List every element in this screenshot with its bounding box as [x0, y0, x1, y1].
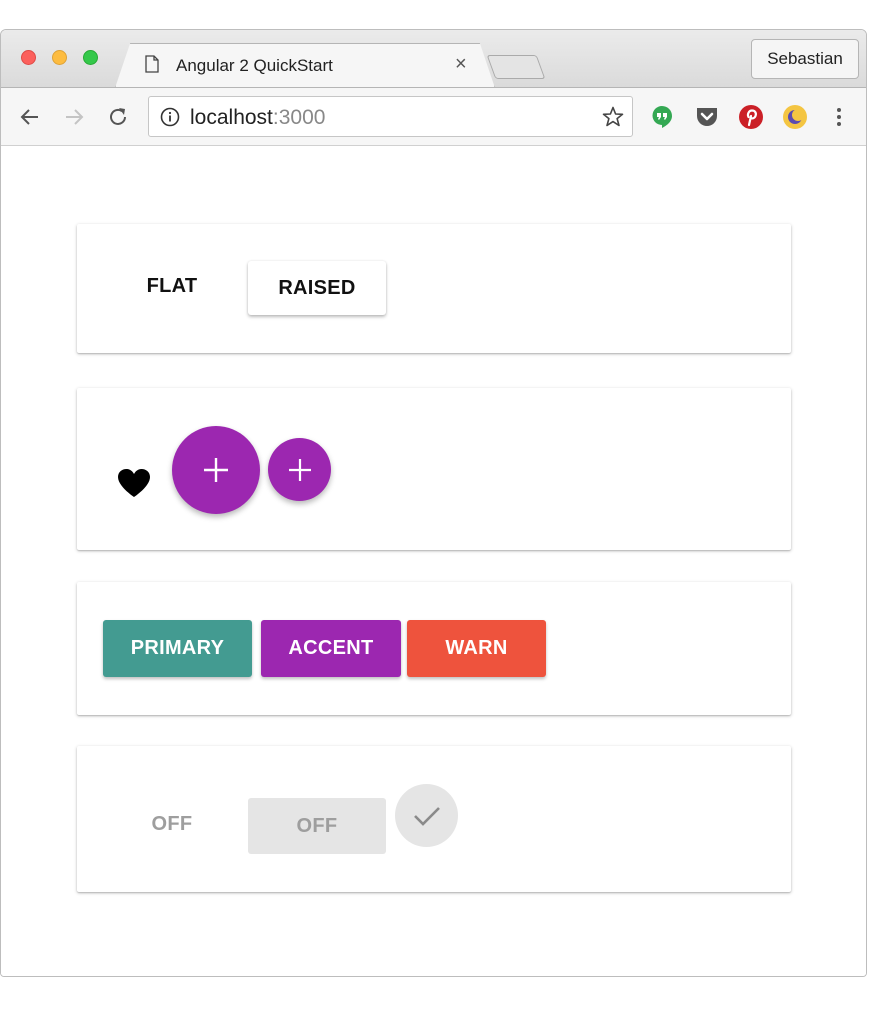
url-text: localhost:3000: [190, 106, 325, 130]
color-buttons-card: PRIMARY ACCENT WARN: [77, 582, 791, 715]
night-mode-icon[interactable]: [782, 104, 808, 130]
plus-icon: [288, 458, 311, 481]
url-port: :3000: [272, 106, 326, 129]
disabled-raised-button: OFF: [248, 798, 386, 854]
flat-button[interactable]: FLAT: [111, 258, 233, 314]
tab-close-icon[interactable]: ×: [455, 53, 467, 76]
check-icon: [413, 806, 440, 826]
tab-content: Angular 2 QuickStart ×: [115, 43, 495, 88]
zoom-window-button[interactable]: [83, 50, 98, 65]
plus-icon: [204, 458, 228, 482]
document-icon: [145, 55, 159, 73]
hangouts-icon[interactable]: [649, 104, 675, 130]
url-host: localhost: [190, 106, 273, 129]
heart-icon[interactable]: [117, 468, 151, 498]
disabled-fab-button: [395, 784, 458, 847]
browser-toolbar: localhost:3000: [1, 87, 866, 146]
address-bar[interactable]: localhost:3000: [148, 96, 633, 137]
mini-fab-add-button[interactable]: [268, 438, 331, 501]
info-icon[interactable]: [160, 107, 180, 127]
basic-buttons-card: FLAT RAISED: [77, 224, 791, 353]
tab-title: Angular 2 QuickStart: [176, 56, 333, 75]
forward-arrow-icon[interactable]: [62, 105, 86, 129]
back-arrow-icon[interactable]: [18, 105, 42, 129]
icon-buttons-card: [77, 388, 791, 550]
warn-button[interactable]: WARN: [407, 620, 546, 677]
accent-button[interactable]: ACCENT: [261, 620, 401, 677]
page-content: FLAT RAISED PRIMARY ACCENT WARN OFF OFF: [1, 146, 866, 976]
fab-add-button[interactable]: [172, 426, 260, 514]
raised-button[interactable]: RAISED: [248, 261, 386, 315]
browser-window: Angular 2 QuickStart × Sebastian localho…: [0, 29, 867, 977]
new-tab-button[interactable]: [486, 55, 546, 79]
disabled-flat-button: OFF: [111, 796, 233, 852]
reload-icon[interactable]: [106, 105, 130, 129]
primary-button[interactable]: PRIMARY: [103, 620, 252, 677]
profile-button[interactable]: Sebastian: [751, 39, 859, 79]
pocket-icon[interactable]: [694, 104, 720, 130]
title-bar: Angular 2 QuickStart × Sebastian: [1, 30, 866, 88]
disabled-buttons-card: OFF OFF: [77, 746, 791, 892]
menu-kebab-icon[interactable]: [827, 105, 851, 129]
bookmark-star-icon[interactable]: [601, 105, 625, 129]
close-window-button[interactable]: [21, 50, 36, 65]
minimize-window-button[interactable]: [52, 50, 67, 65]
pinterest-icon[interactable]: [738, 104, 764, 130]
